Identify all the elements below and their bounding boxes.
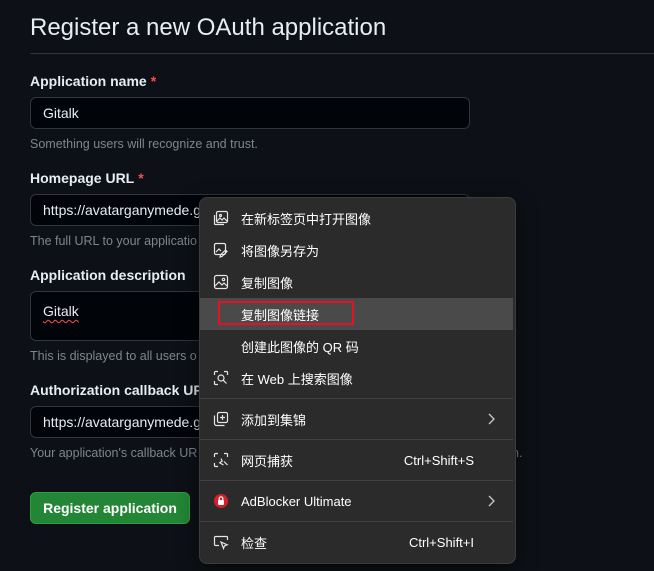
copy-image-icon — [213, 274, 229, 290]
menu-item-label: 将图像另存为 — [241, 243, 320, 259]
required-mark: * — [138, 170, 144, 186]
menu-item-label: 检查 — [241, 535, 268, 551]
menu-item-open-in-new-tab[interactable]: 在新标签页中打开图像 — [200, 202, 513, 234]
description-label: Application description — [30, 267, 186, 283]
menu-item-label: 复制图像 — [241, 275, 294, 291]
menu-separator — [200, 521, 513, 522]
menu-item-create-qr-code[interactable]: 创建此图像的 QR 码 — [200, 330, 513, 362]
app-name-hint: Something users will recognize and trust… — [30, 137, 258, 151]
menu-item-shortcut: Ctrl+Shift+I — [408, 534, 474, 550]
menu-item-label: 复制图像链接 — [241, 307, 320, 323]
menu-item-save-image-as[interactable]: 将图像另存为 — [200, 234, 513, 266]
page-title: Register a new OAuth application — [30, 14, 387, 41]
app-name-label: Application name * — [30, 73, 156, 89]
menu-separator — [200, 439, 513, 440]
description-hint: This is displayed to all users o — [30, 349, 197, 363]
homepage-hint: The full URL to your applicatio — [30, 234, 197, 248]
visual-search-icon — [213, 370, 229, 386]
register-application-button[interactable]: Register application — [30, 492, 190, 524]
menu-item-copy-image[interactable]: 复制图像 — [200, 266, 513, 298]
menu-item-label: 在新标签页中打开图像 — [241, 211, 372, 227]
app-name-label-text: Application name — [30, 73, 147, 89]
chevron-right-icon — [483, 493, 499, 509]
web-capture-icon — [213, 452, 229, 468]
menu-separator — [200, 398, 513, 399]
callback-hint: Your application's callback UR — [30, 446, 198, 460]
menu-item-shortcut: Ctrl+Shift+S — [403, 452, 474, 468]
chevron-right-icon — [483, 411, 499, 427]
context-menu: 在新标签页中打开图像 将图像另存为 复制图像 复制图像链接 创建此图像的 QR … — [199, 197, 516, 564]
collections-icon — [213, 411, 229, 427]
menu-item-add-to-collections[interactable]: 添加到集锦 — [200, 403, 513, 435]
menu-separator — [200, 480, 513, 481]
menu-item-label: AdBlocker Ultimate — [241, 493, 352, 509]
menu-item-inspect[interactable]: 检查 Ctrl+Shift+I — [200, 526, 513, 558]
description-text: Gitalk — [43, 303, 79, 319]
homepage-label: Homepage URL * — [30, 170, 144, 186]
menu-item-label: 网页捕获 — [241, 453, 294, 469]
menu-item-adblocker-ultimate[interactable]: AdBlocker Ultimate — [200, 485, 513, 517]
adblocker-icon — [213, 493, 229, 509]
homepage-label-text: Homepage URL — [30, 170, 135, 186]
inspect-icon — [213, 534, 229, 550]
menu-item-label: 在 Web 上搜索图像 — [241, 371, 353, 387]
save-image-icon — [213, 242, 229, 258]
open-in-new-tab-icon — [213, 210, 229, 226]
menu-item-search-image-web[interactable]: 在 Web 上搜索图像 — [200, 362, 513, 394]
menu-item-label: 创建此图像的 QR 码 — [241, 339, 359, 355]
title-divider — [30, 53, 654, 54]
callback-label: Authorization callback URL — [30, 382, 213, 398]
required-mark: * — [150, 73, 157, 89]
app-name-input[interactable]: Gitalk — [30, 97, 470, 129]
menu-item-label: 添加到集锦 — [241, 412, 307, 428]
menu-item-web-capture[interactable]: 网页捕获 Ctrl+Shift+S — [200, 444, 513, 476]
menu-item-copy-image-link[interactable]: 复制图像链接 — [200, 298, 513, 330]
